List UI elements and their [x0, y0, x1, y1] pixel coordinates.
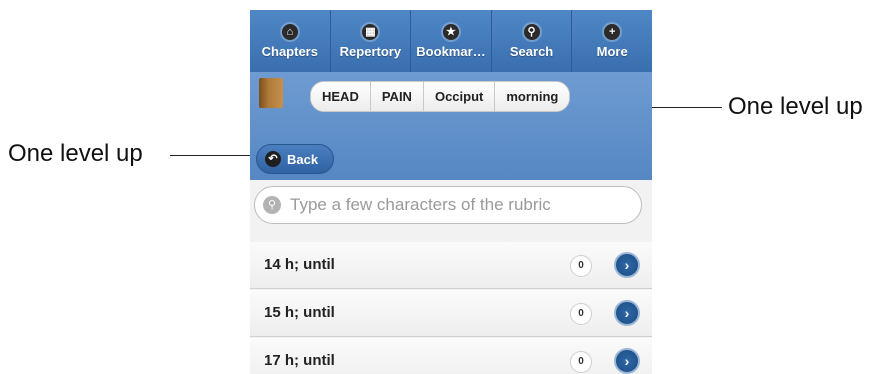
count-badge: 0 [570, 255, 592, 277]
header-panel: HEAD PAIN Occiput morning ↶ Back [250, 72, 652, 180]
tab-repertory[interactable]: ▦ Repertory [331, 10, 412, 72]
tab-bookmarks[interactable]: ★ Bookmar… [411, 10, 492, 72]
tab-label: Repertory [339, 43, 402, 59]
back-label: Back [287, 151, 319, 167]
count-badge: 0 [570, 303, 592, 325]
back-arrow-icon: ↶ [265, 151, 281, 167]
list-item-label: 15 h; until [264, 304, 335, 321]
home-icon: ⌂ [281, 23, 298, 40]
annotation-left: One level up [8, 140, 143, 167]
book-icon[interactable] [259, 78, 283, 108]
grid-icon: ▦ [362, 23, 379, 40]
breadcrumb-item-pain[interactable]: PAIN [370, 82, 424, 111]
breadcrumb-item-head[interactable]: HEAD [311, 82, 371, 111]
annotation-right: One level up [728, 93, 863, 120]
count-badge: 0 [570, 351, 592, 373]
list-item[interactable]: 14 h; until 0 › [250, 242, 652, 289]
tab-label: More [596, 43, 628, 59]
search-icon: ⚲ [523, 23, 540, 40]
tab-more[interactable]: + More [572, 10, 652, 72]
tab-search[interactable]: ⚲ Search [492, 10, 573, 72]
back-button[interactable]: ↶ Back [256, 144, 334, 174]
breadcrumb-item-morning[interactable]: morning [495, 82, 570, 111]
chevron-right-icon[interactable]: › [614, 300, 640, 326]
breadcrumb-item-occiput[interactable]: Occiput [423, 82, 496, 111]
list-item[interactable]: 15 h; until 0 › [250, 290, 652, 337]
breadcrumb: HEAD PAIN Occiput morning [310, 81, 571, 112]
list-item-label: 17 h; until [264, 352, 335, 369]
tab-label: Search [509, 43, 554, 59]
chevron-right-icon[interactable]: › [614, 348, 640, 374]
search-box[interactable]: ⚲ [254, 186, 642, 224]
tab-label: Bookmar… [416, 43, 486, 59]
list-item[interactable]: 17 h; until 0 › [250, 338, 652, 374]
search-icon: ⚲ [263, 196, 281, 214]
star-icon: ★ [442, 23, 459, 40]
top-nav-bar: ⌂ Chapters ▦ Repertory ★ Bookmar… ⚲ Sear… [250, 10, 652, 72]
search-input[interactable] [288, 194, 612, 216]
search-bar: ⚲ [250, 180, 652, 243]
app-screen: ⌂ Chapters ▦ Repertory ★ Bookmar… ⚲ Sear… [250, 10, 652, 374]
list-item-label: 14 h; until [264, 256, 335, 273]
plus-icon: + [604, 23, 621, 40]
tab-chapters[interactable]: ⌂ Chapters [250, 10, 331, 72]
chevron-right-icon[interactable]: › [614, 252, 640, 278]
tab-label: Chapters [261, 43, 318, 59]
